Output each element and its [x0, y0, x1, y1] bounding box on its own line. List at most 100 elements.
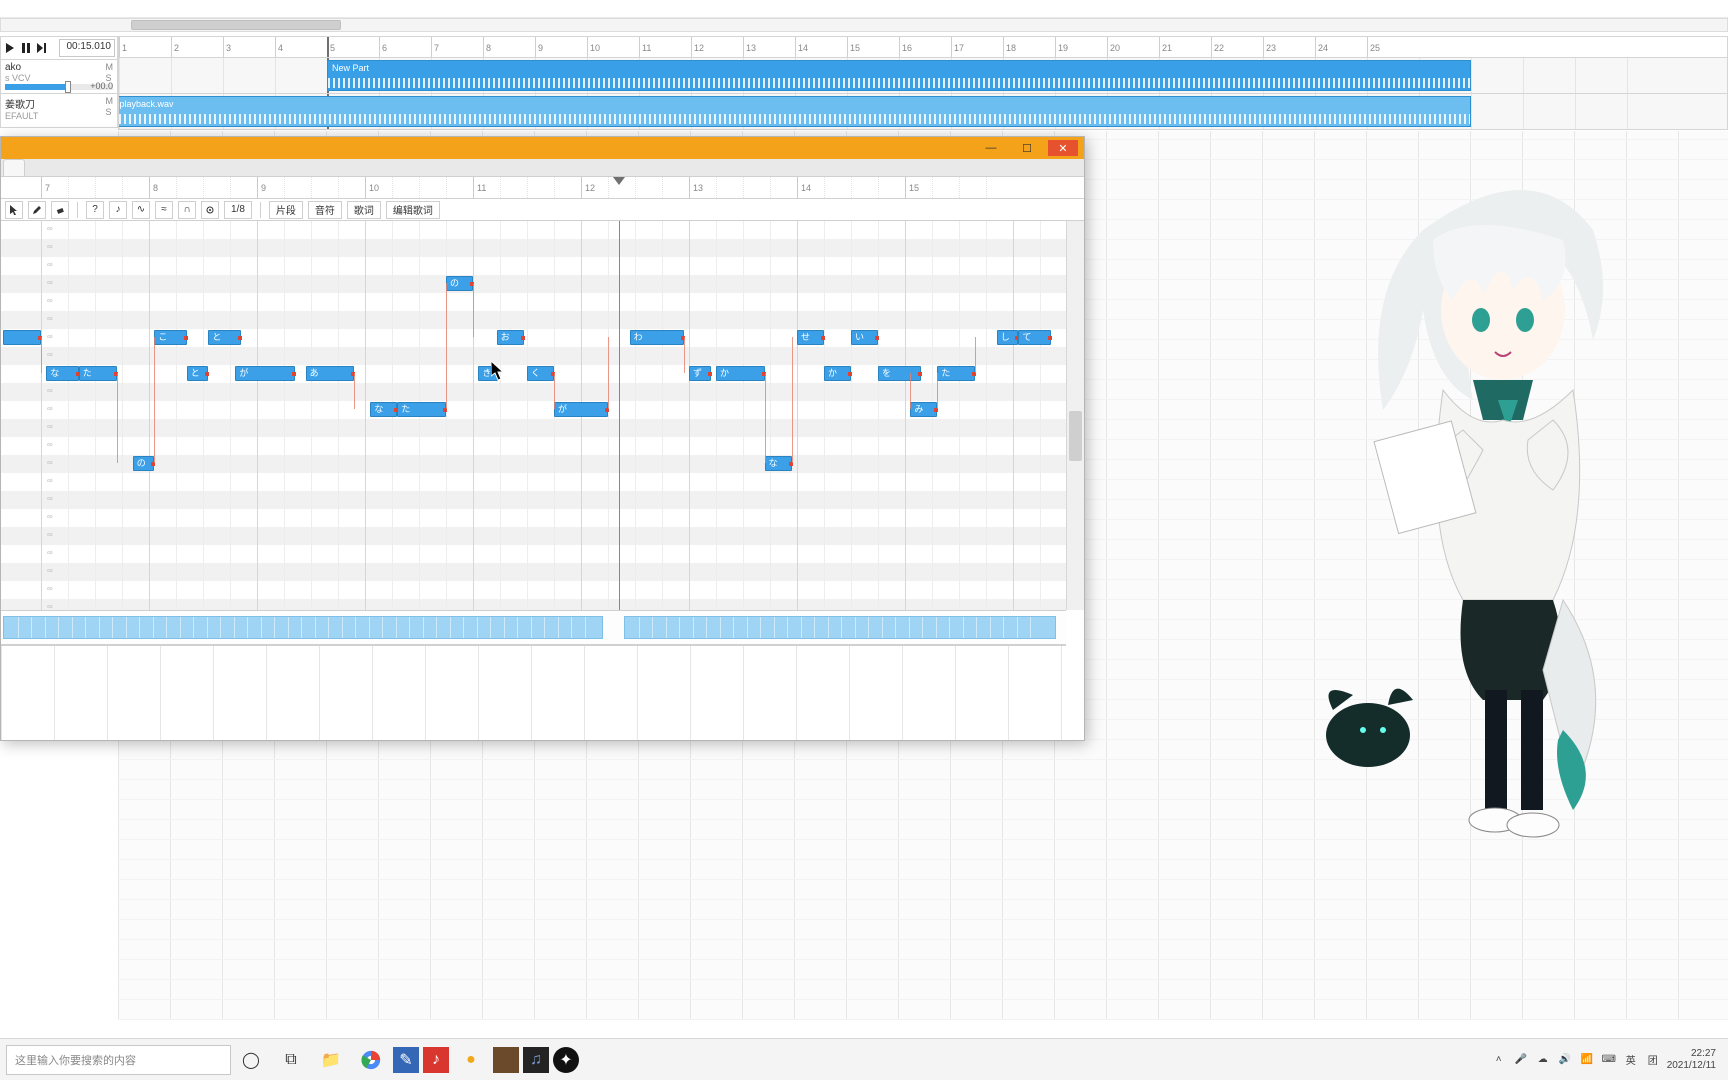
strip-segment[interactable] [3, 616, 602, 639]
tray-volume-icon[interactable]: 🔊 [1557, 1052, 1573, 1068]
note[interactable]: た [397, 402, 446, 417]
note[interactable]: あ [306, 366, 355, 381]
explorer-icon[interactable]: 📁 [313, 1042, 349, 1078]
param-pane[interactable] [1, 645, 1066, 740]
audio-clip[interactable]: videoplayback.wav [118, 96, 1471, 127]
note[interactable]: が [554, 402, 608, 417]
editor-vscroll[interactable] [1066, 221, 1084, 610]
note[interactable]: わ [630, 330, 684, 345]
note[interactable]: い [851, 330, 878, 345]
mute-button[interactable]: M [106, 96, 114, 106]
tool-help[interactable]: ? [86, 201, 104, 219]
bar-marker: 19 [1055, 37, 1070, 57]
note[interactable]: と [187, 366, 209, 381]
tool-vibrato-icon[interactable]: ≈ [155, 201, 173, 219]
app-icon-6[interactable]: ✦ [553, 1047, 579, 1073]
note[interactable]: ず [689, 366, 711, 381]
track-row-0[interactable]: ako s VCV MS +00.0 [0, 60, 118, 94]
minimize-button[interactable]: — [976, 140, 1006, 156]
note[interactable]: が [235, 366, 294, 381]
note[interactable]: か [716, 366, 765, 381]
tool-pencil[interactable] [28, 201, 46, 219]
note[interactable]: と [208, 330, 240, 345]
solo-button[interactable]: S [106, 107, 114, 117]
tool-arrow[interactable] [5, 201, 23, 219]
arranger-lane-audio[interactable]: videoplayback.wav [118, 94, 1728, 130]
note[interactable]: お [497, 330, 524, 345]
phoneme-strip[interactable] [1, 610, 1066, 645]
taskbar-search[interactable]: 这里输入你要搜索的内容 [6, 1045, 231, 1075]
app-icon-2[interactable]: ♪ [423, 1047, 449, 1073]
note[interactable]: た [79, 366, 117, 381]
app-icon-1[interactable]: ✎ [393, 1047, 419, 1073]
tray-cloud-icon[interactable]: ☁ [1535, 1052, 1551, 1068]
note[interactable]: み [910, 402, 937, 417]
quantize-value[interactable]: 1/8 [224, 201, 252, 219]
menu-note[interactable]: 音符 [308, 201, 342, 219]
arranger-playhead[interactable] [327, 37, 329, 57]
menu-clip[interactable]: 片段 [269, 201, 303, 219]
tool-link-icon[interactable]: ∿ [132, 201, 150, 219]
arranger-ruler[interactable]: 1234567891011121314151617181920212223242… [118, 36, 1728, 58]
bar-marker: 11 [639, 37, 653, 57]
note[interactable]: な [46, 366, 78, 381]
editor-ruler[interactable]: 789101112131415 [1, 177, 1084, 199]
menubar [0, 0, 1728, 18]
play-button[interactable] [3, 41, 17, 55]
note[interactable]: た [937, 366, 975, 381]
app-icon-5[interactable]: ♫ [523, 1047, 549, 1073]
note[interactable]: を [878, 366, 921, 381]
tool-gear-icon[interactable] [201, 201, 219, 219]
note[interactable]: か [824, 366, 851, 381]
track-row-1[interactable]: 姜歌刀 EFAULT MS [0, 94, 118, 128]
tray-keyboard-icon[interactable]: ⌨ [1601, 1052, 1617, 1068]
app-icon-3[interactable]: ● [453, 1042, 489, 1078]
editor-vscroll-thumb[interactable] [1069, 411, 1082, 461]
note[interactable] [3, 330, 41, 345]
tray-wifi-icon[interactable]: 📶 [1579, 1052, 1595, 1068]
note[interactable]: し [997, 330, 1019, 345]
hscroll-top[interactable] [0, 18, 1728, 32]
editor-tab[interactable] [3, 159, 25, 176]
hscroll-thumb[interactable] [131, 20, 341, 30]
midi-clip[interactable]: New Part [327, 60, 1471, 91]
maximize-button[interactable]: ☐ [1012, 140, 1042, 156]
app-icon-4[interactable] [493, 1047, 519, 1073]
note[interactable]: な [765, 456, 792, 471]
note[interactable]: な [370, 402, 397, 417]
arranger-lane-midi[interactable]: New Part [118, 58, 1728, 94]
mute-button[interactable]: M [106, 62, 114, 72]
tool-note-icon[interactable]: ♪ [109, 201, 127, 219]
note[interactable]: こ [154, 330, 186, 345]
tray-chevron-icon[interactable]: ˄ [1491, 1052, 1507, 1068]
note[interactable]: の [446, 276, 473, 291]
transport-bar: 00:15.010 [0, 36, 118, 60]
editor-titlebar[interactable]: — ☐ ✕ [1, 137, 1084, 159]
strip-segment[interactable] [624, 616, 1056, 639]
piano-roll[interactable]: ∞∞∞∞∞∞∞∞∞∞∞∞∞∞∞∞∞∞∞∞∞∞なたのこととがあなたのおきくがわずか… [1, 221, 1066, 610]
skip-end-button[interactable] [35, 41, 49, 55]
time-display[interactable]: 00:15.010 [59, 39, 115, 57]
taskview-icon[interactable]: ⧉ [273, 1042, 309, 1078]
pause-button[interactable] [19, 41, 33, 55]
chrome-icon[interactable] [353, 1042, 389, 1078]
ime-lang[interactable]: 英 [1623, 1052, 1639, 1068]
note[interactable]: せ [797, 330, 824, 345]
editor-playhead-marker[interactable] [613, 177, 625, 185]
menu-lyric[interactable]: 歌词 [347, 201, 381, 219]
note[interactable]: の [133, 456, 155, 471]
note[interactable]: て [1018, 330, 1050, 345]
close-button[interactable]: ✕ [1048, 140, 1078, 156]
tray-mic-icon[interactable]: 🎤 [1513, 1052, 1529, 1068]
note[interactable]: く [527, 366, 554, 381]
tool-pitch-icon[interactable]: ∩ [178, 201, 196, 219]
ime-mode[interactable]: 团 [1645, 1052, 1661, 1068]
bar-marker: 2 [171, 37, 181, 57]
menu-edit-lyric[interactable]: 编辑歌词 [386, 201, 440, 219]
note[interactable]: き [478, 366, 497, 381]
tray-clock[interactable]: 22:27 2021/12/11 [1667, 1048, 1716, 1072]
editor-playhead[interactable] [619, 221, 620, 610]
tool-eraser[interactable] [51, 201, 69, 219]
arranger-timeline: 1234567891011121314151617181920212223242… [118, 36, 1728, 131]
cortana-icon[interactable]: ◯ [233, 1042, 269, 1078]
